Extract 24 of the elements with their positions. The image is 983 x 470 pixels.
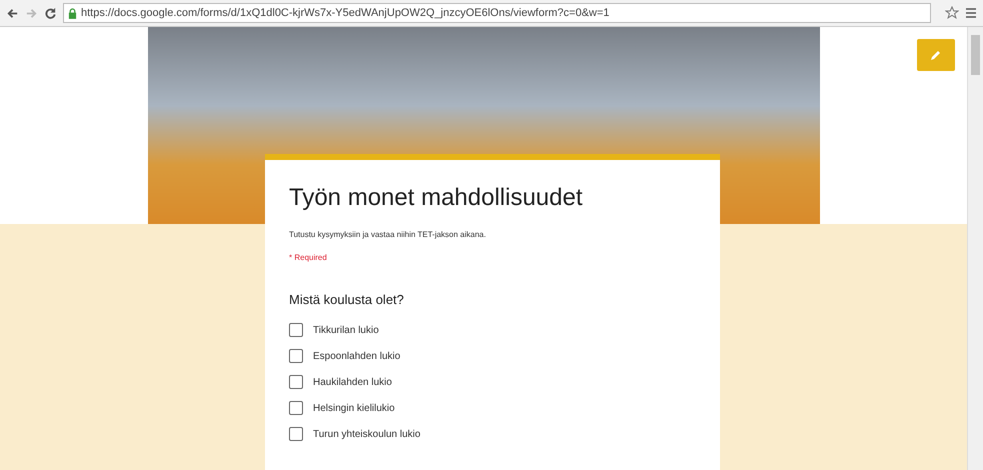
form-description: Tutustu kysymyksiin ja vastaa niihin TET-jakson aikana. — [289, 230, 487, 239]
option-label: Tikkurilan lukio — [313, 324, 379, 336]
question-title: Mistä koulusta olet? — [289, 292, 405, 307]
option-label: Turun yhteiskoulun lukio — [313, 428, 420, 440]
checkbox[interactable] — [289, 375, 303, 389]
checkbox[interactable] — [289, 323, 303, 337]
form-title: Työn monet mahdollisuudet — [289, 184, 584, 212]
option-label: Espoonlahden lukio — [313, 350, 400, 362]
required-note: * Required — [289, 253, 328, 262]
reload-icon[interactable] — [44, 6, 57, 20]
checkbox[interactable] — [289, 349, 303, 363]
scrollbar[interactable] — [967, 27, 983, 470]
star-icon[interactable] — [945, 6, 959, 20]
scrollbar-thumb[interactable] — [971, 35, 980, 75]
checkbox[interactable] — [289, 401, 303, 415]
address-bar[interactable]: https://docs.google.com/forms/d/1xQ1dl0C-kjrWs7x-Y5edWAnjUpOW2Q_jnzcyOE6lOns/viewform?c=0&w=1 — [63, 3, 931, 23]
url-text: https://docs.google.com/forms/d/1xQ1dl0C-kjrWs7x-Y5edWAnjUpOW2Q_jnzcyOE6lOns/viewform?c=0&w=1 — [81, 7, 610, 19]
checkbox[interactable] — [289, 427, 303, 441]
padlock-icon — [68, 8, 77, 18]
option-label: Haukilahden lukio — [313, 376, 392, 388]
option-label: Helsingin kielilukio — [313, 402, 395, 414]
menu-icon[interactable] — [965, 7, 977, 19]
pencil-icon — [930, 49, 942, 61]
back-icon[interactable] — [6, 6, 19, 20]
